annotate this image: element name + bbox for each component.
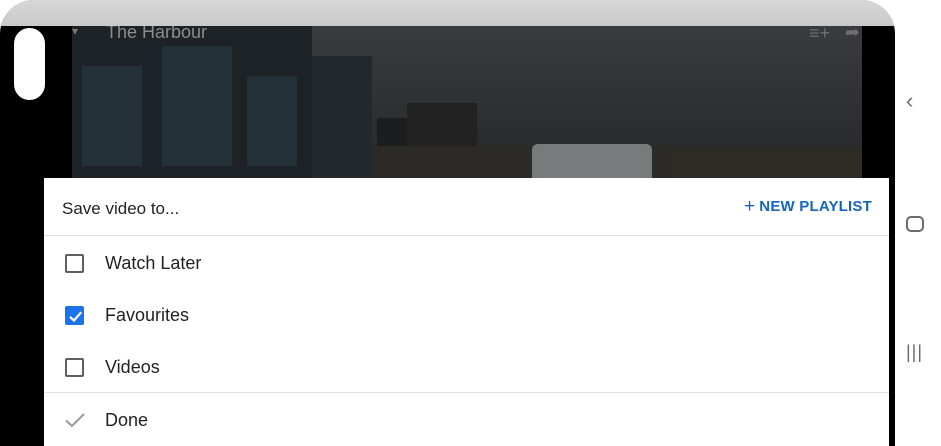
- video-tent: [532, 144, 652, 178]
- camera-cutout: [14, 28, 45, 100]
- playlist-option-label: Favourites: [105, 304, 190, 325]
- playlist-option-favourites[interactable]: Favourites: [44, 289, 889, 341]
- playlist-option-videos[interactable]: Videos: [44, 341, 889, 393]
- recents-icon[interactable]: |||: [906, 342, 923, 363]
- video-player[interactable]: ▾ The Harbour ≡+ ➦: [72, 26, 862, 178]
- video-window: [82, 66, 142, 166]
- top-bezel: [0, 0, 895, 26]
- plus-icon: +: [744, 196, 756, 217]
- done-check-icon: [65, 413, 85, 428]
- video-title: The Harbour: [106, 26, 208, 42]
- checkbox[interactable]: [65, 357, 84, 377]
- sheet-title: Save video to...: [62, 199, 180, 218]
- checkbox-checked[interactable]: [65, 305, 84, 325]
- home-icon[interactable]: [906, 216, 924, 232]
- video-building: [672, 148, 862, 178]
- new-playlist-label: NEW PLAYLIST: [759, 198, 872, 215]
- playlist-option-label: Watch Later: [105, 252, 202, 273]
- done-button[interactable]: Done: [44, 392, 889, 446]
- share-icon[interactable]: ➦: [845, 26, 860, 43]
- chevron-down-icon[interactable]: ▾: [72, 26, 86, 38]
- save-to-playlist-sheet: Save video to... + NEW PLAYLIST Watch La…: [44, 178, 889, 446]
- video-window: [162, 46, 232, 166]
- video-building: [312, 56, 372, 178]
- video-window: [247, 76, 297, 166]
- checkbox[interactable]: [65, 253, 84, 273]
- sheet-header: Save video to... + NEW PLAYLIST: [44, 178, 889, 236]
- add-to-queue-icon[interactable]: ≡+: [809, 26, 830, 44]
- new-playlist-button[interactable]: + NEW PLAYLIST: [744, 196, 872, 217]
- video-building: [72, 26, 312, 178]
- back-icon[interactable]: ‹: [906, 88, 913, 114]
- playlist-option-watch-later[interactable]: Watch Later: [44, 237, 889, 289]
- playlist-option-label: Videos: [105, 356, 160, 377]
- done-label: Done: [105, 410, 149, 430]
- checkmark-icon: [69, 310, 83, 322]
